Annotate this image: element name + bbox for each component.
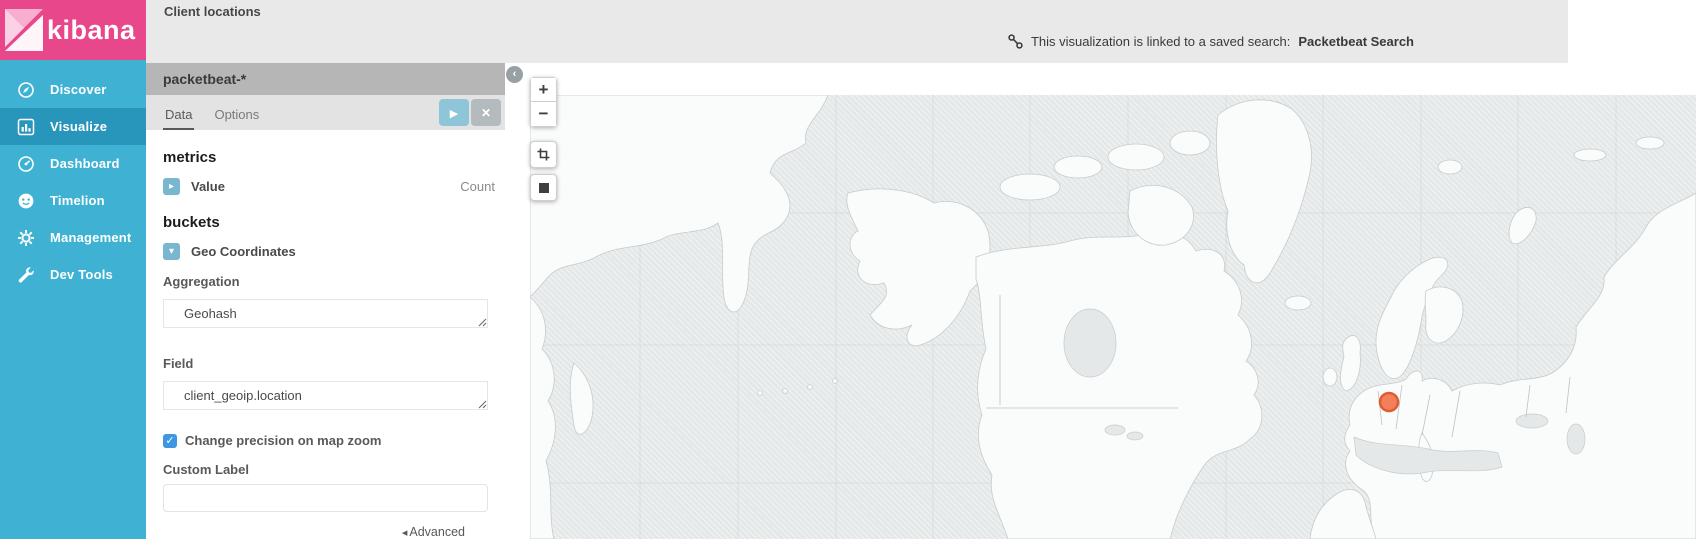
draw-rectangle-button[interactable] — [530, 174, 557, 201]
metric-agg-type: Count — [460, 179, 495, 194]
panel-content: metrics Value Count buckets Geo Coordina… — [146, 149, 505, 539]
sidebar-item-label: Timelion — [50, 193, 105, 208]
kibana-app: kibana Discover Visualize Dashboard — [0, 0, 1696, 539]
gear-icon — [17, 229, 35, 247]
sidebar-item-dashboard[interactable]: Dashboard — [0, 145, 146, 182]
index-pattern-header: packetbeat-* — [146, 63, 505, 95]
sidebar-item-timelion[interactable]: Timelion — [0, 182, 146, 219]
sidebar-item-label: Visualize — [50, 119, 107, 134]
expand-metric-toggle[interactable] — [163, 178, 180, 195]
sidebar-item-label: Dashboard — [50, 156, 120, 171]
sidebar-item-management[interactable]: Management — [0, 219, 146, 256]
timelion-icon — [17, 192, 35, 210]
buckets-heading: buckets — [163, 214, 488, 231]
collapse-panel-button[interactable] — [506, 66, 523, 83]
tile-map-visualization[interactable]: + − — [505, 63, 1696, 539]
fit-data-bounds-button[interactable] — [530, 141, 557, 168]
tab-data[interactable]: Data — [163, 107, 194, 130]
bar-chart-icon — [17, 118, 35, 136]
tab-options[interactable]: Options — [212, 107, 261, 130]
change-precision-checkbox[interactable] — [163, 434, 177, 448]
sidebar-item-label: Management — [50, 230, 131, 245]
metric-label[interactable]: Value — [191, 179, 225, 194]
zoom-in-button[interactable]: + — [530, 77, 557, 102]
advanced-arrow-icon: ◂ — [402, 527, 408, 539]
sidebar-item-label: Discover — [50, 82, 107, 97]
brand-name: kibana — [47, 15, 136, 46]
index-pattern-name: packetbeat-* — [163, 71, 246, 87]
bucket-row-geo-coordinates: Geo Coordinates — [163, 243, 488, 260]
precision-checkbox-row: Change precision on map zoom — [163, 433, 488, 448]
map-zoom-controls: + − — [530, 77, 557, 127]
map-ocean[interactable] — [530, 95, 1696, 539]
linked-search-notice: This visualization is linked to a saved … — [1008, 34, 1414, 49]
zoom-out-button[interactable]: − — [530, 102, 557, 127]
aggregation-select[interactable]: Geohash — [163, 299, 488, 328]
aggregation-selected-value: Geohash — [184, 306, 237, 321]
select-corner-grip-icon — [478, 318, 487, 327]
sidebar-item-label: Dev Tools — [50, 267, 113, 282]
wrench-icon — [17, 266, 35, 284]
kibana-logo-icon — [3, 7, 45, 53]
collapse-bucket-toggle[interactable] — [163, 243, 180, 260]
geohash-marker — [1380, 393, 1398, 411]
topbar: Client locations This visualization is l… — [146, 0, 1696, 63]
sidebar: Discover Visualize Dashboard Timelion Ma — [0, 60, 146, 539]
dashboard-icon — [17, 155, 35, 173]
aggregation-label: Aggregation — [163, 274, 488, 289]
field-selected-value: client_geoip.location — [184, 388, 302, 403]
topbar-corner — [1568, 0, 1696, 63]
change-precision-label: Change precision on map zoom — [185, 433, 381, 448]
advanced-label: Advanced — [409, 525, 465, 539]
compass-icon — [17, 81, 35, 99]
metrics-heading: metrics — [163, 149, 488, 166]
crop-icon — [537, 148, 550, 161]
field-label: Field — [163, 356, 488, 371]
rectangle-icon — [539, 183, 549, 193]
linked-search-name[interactable]: Packetbeat Search — [1298, 34, 1414, 49]
custom-label-input[interactable] — [163, 484, 488, 512]
field-select[interactable]: client_geoip.location — [163, 381, 488, 410]
custom-label-label: Custom Label — [163, 462, 488, 477]
visualization-config-panel: packetbeat-* Data Options metrics Value … — [146, 63, 505, 539]
kibana-logo[interactable]: kibana — [0, 0, 146, 60]
linked-notice-text: This visualization is linked to a saved … — [1031, 34, 1290, 49]
metric-row-value: Value Count — [163, 178, 488, 195]
link-icon — [1008, 34, 1023, 49]
world-map — [530, 95, 1696, 539]
discard-changes-button[interactable] — [471, 99, 501, 126]
sidebar-item-discover[interactable]: Discover — [0, 71, 146, 108]
bucket-label[interactable]: Geo Coordinates — [191, 244, 296, 259]
advanced-toggle[interactable]: ◂Advanced — [163, 525, 488, 539]
sidebar-item-visualize[interactable]: Visualize — [0, 108, 146, 145]
panel-tabs: Data Options — [146, 95, 505, 130]
select-corner-grip-icon — [478, 400, 487, 409]
page-title: Client locations — [164, 4, 261, 19]
apply-changes-button[interactable] — [439, 99, 469, 126]
sidebar-item-dev-tools[interactable]: Dev Tools — [0, 256, 146, 293]
